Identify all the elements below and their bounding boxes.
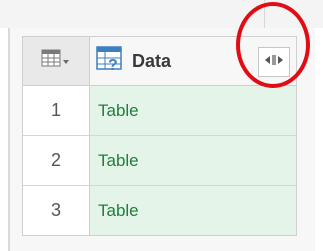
table-cell-link[interactable]: Table — [90, 86, 296, 135]
row-number: 2 — [23, 136, 90, 185]
column-header-data[interactable]: ? Data — [90, 37, 296, 85]
table-row: 1 Table — [23, 86, 296, 136]
column-header-label: Data — [132, 50, 172, 71]
table-query-icon: ? — [96, 45, 124, 78]
top-strip — [0, 0, 323, 28]
table-menu-button[interactable] — [23, 37, 90, 85]
data-table: ? Data 1 Table 2 Table 3 Table — [22, 36, 297, 236]
table-menu-icon — [41, 49, 71, 74]
row-number: 1 — [23, 86, 90, 135]
row-number: 3 — [23, 186, 90, 235]
table-row: 2 Table — [23, 136, 296, 186]
expand-columns-icon — [263, 53, 285, 72]
table-header-row: ? Data — [23, 37, 296, 86]
top-divider — [264, 0, 265, 28]
svg-text:?: ? — [108, 57, 118, 73]
table-row: 3 Table — [23, 186, 296, 235]
table-cell-link[interactable]: Table — [90, 136, 296, 185]
expand-columns-button[interactable] — [258, 47, 290, 77]
table-cell-link[interactable]: Table — [90, 186, 296, 235]
